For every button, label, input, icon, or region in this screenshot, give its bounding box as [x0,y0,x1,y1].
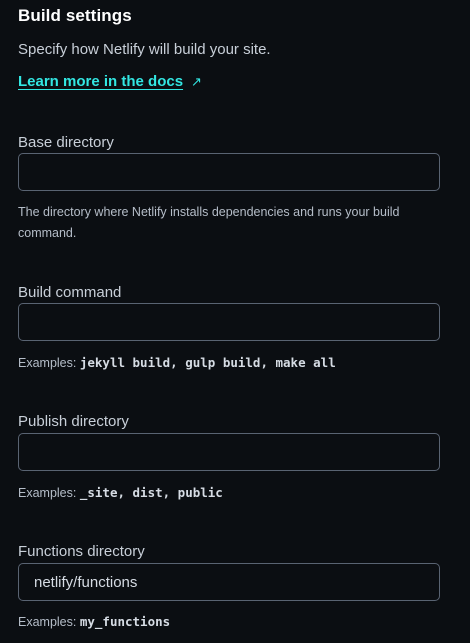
publish-directory-help-examples: _site, dist, public [79,485,223,500]
external-arrow-icon: ↗ [191,74,202,89]
section-title: Build settings [18,6,132,25]
publish-directory-help: Examples: _site, dist, public [18,482,442,504]
base-directory-label: Base directory [18,134,114,151]
build-command-label: Build command [18,284,122,301]
functions-directory-help: Examples: my_functions [18,611,442,633]
docs-link-label: Learn more in the docs [18,73,184,90]
functions-directory-input[interactable] [18,563,440,601]
functions-directory-help-examples: my_functions [79,614,171,629]
publish-directory-help-prefix: Examples: [18,486,77,500]
build-command-help-examples: jekyll build, gulp build, make all [79,355,336,370]
base-directory-input[interactable] [18,153,440,191]
build-command-help: Examples: jekyll build, gulp build, make… [18,352,442,374]
build-command-help-prefix: Examples: [18,356,77,370]
build-command-input[interactable] [18,303,440,341]
base-directory-help: The directory where Netlify installs dep… [18,205,400,240]
publish-directory-input[interactable] [18,433,440,471]
section-subtitle: Specify how Netlify will build your site… [18,41,271,58]
functions-directory-label: Functions directory [18,543,145,560]
publish-directory-label: Publish directory [18,413,129,430]
functions-directory-help-prefix: Examples: [18,615,77,629]
docs-link[interactable]: Learn more in the docs ↗ [18,73,202,90]
